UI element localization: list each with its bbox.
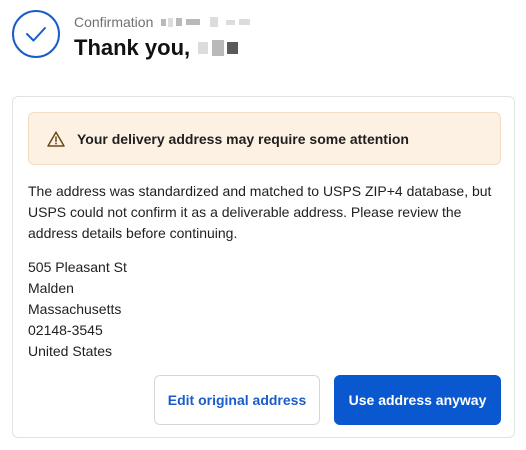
header-text: Confirmation Thank you,	[74, 13, 251, 62]
redacted-name	[198, 40, 239, 56]
use-address-anyway-button[interactable]: Use address anyway	[334, 375, 501, 425]
address-warning-alert: Your delivery address may require some a…	[28, 112, 501, 165]
edit-original-address-button[interactable]: Edit original address	[154, 375, 320, 425]
confirmation-page: Confirmation Thank you, Your delivery ad…	[0, 0, 526, 450]
address-state: Massachusetts	[28, 301, 122, 317]
address-description: The address was standardized and matched…	[28, 183, 492, 241]
address-country: United States	[28, 343, 113, 359]
confirmation-header: Confirmation Thank you,	[12, 10, 251, 62]
confirmation-label: Confirmation	[74, 14, 154, 30]
address-street: 505 Pleasant St	[28, 259, 127, 275]
warning-icon	[47, 130, 65, 147]
thank-you-heading: Thank you,	[74, 35, 191, 60]
alert-message: Your delivery address may require some a…	[77, 130, 409, 147]
redacted-order-number	[161, 17, 251, 27]
checkmark-icon	[12, 10, 60, 58]
thank-you-line: Thank you,	[74, 34, 250, 62]
address-review-card: Your delivery address may require some a…	[12, 96, 515, 438]
address-block: 505 Pleasant St Malden Massachusetts 021…	[28, 257, 127, 362]
address-city: Malden	[28, 280, 74, 296]
confirmation-line: Confirmation	[74, 13, 251, 31]
address-zip: 02148-3545	[28, 322, 103, 338]
